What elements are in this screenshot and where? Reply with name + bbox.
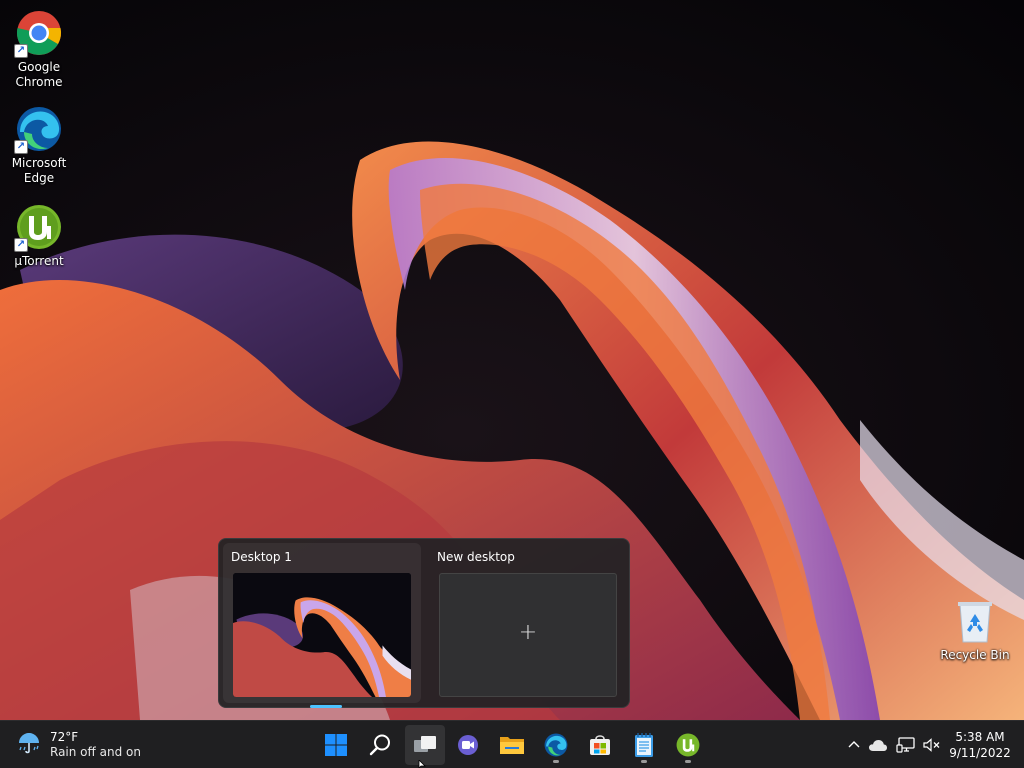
start-button[interactable] xyxy=(316,725,356,765)
weather-condition: Rain off and on xyxy=(50,745,141,759)
virtual-desktop-title: Desktop 1 xyxy=(231,550,292,564)
show-hidden-icons-button[interactable] xyxy=(842,733,866,757)
desktop-icon-label: Recycle Bin xyxy=(940,648,1010,662)
running-indicator xyxy=(553,760,559,763)
desktop-icon-utorrent[interactable]: ↗ µTorrent xyxy=(0,202,78,269)
mouse-cursor-icon xyxy=(418,760,426,768)
weather-temperature: 72°F xyxy=(50,730,79,744)
chevron-up-icon xyxy=(848,741,860,748)
utorrent-taskbar-button[interactable] xyxy=(668,725,708,765)
volume-button[interactable] xyxy=(920,733,944,757)
microsoft-store-button[interactable] xyxy=(580,725,620,765)
virtual-desktop-1[interactable]: Desktop 1 xyxy=(223,543,421,708)
utorrent-icon: ↗ xyxy=(14,202,64,252)
volume-muted-icon xyxy=(923,738,940,752)
notepad-button[interactable] xyxy=(624,725,664,765)
taskbar: 72°F Rain off and on 5:38 AM 9/11/2022 xyxy=(0,720,1024,768)
recycle-bin-icon xyxy=(950,596,1000,646)
current-desktop-indicator xyxy=(310,705,342,708)
clock-date: 9/11/2022 xyxy=(949,746,1011,760)
onedrive-button[interactable] xyxy=(866,733,890,757)
plus-icon: + xyxy=(518,620,538,645)
clock-time: 5:38 AM xyxy=(955,730,1005,744)
network-button[interactable] xyxy=(894,733,918,757)
running-indicator xyxy=(641,760,647,763)
notepad-icon xyxy=(635,733,653,757)
task-view-icon xyxy=(414,736,436,752)
desktop-icon-edge[interactable]: ↗ Microsoft Edge xyxy=(0,104,78,186)
chat-icon xyxy=(458,735,478,755)
desktop-icon-label: µTorrent xyxy=(14,254,64,268)
taskbar-clock[interactable]: 5:38 AM 9/11/2022 xyxy=(944,729,1016,761)
task-view-panel: Desktop 1 New desktop + xyxy=(218,538,630,708)
edge-taskbar-button[interactable] xyxy=(536,725,576,765)
weather-widget[interactable]: 72°F Rain off and on xyxy=(16,729,141,761)
new-desktop-tile: + xyxy=(439,573,617,697)
desktop-icon-recycle-bin[interactable]: Recycle Bin xyxy=(936,596,1014,663)
microsoft-store-icon xyxy=(590,735,610,755)
edge-icon xyxy=(544,733,568,757)
desktop-thumbnail xyxy=(233,573,411,697)
task-view-button[interactable] xyxy=(405,725,445,765)
desktop-icon-label: Microsoft Edge xyxy=(11,156,67,185)
file-explorer-icon xyxy=(500,737,524,754)
rain-umbrella-icon xyxy=(16,730,42,760)
new-desktop-button[interactable]: New desktop + xyxy=(429,543,627,703)
chrome-icon: ↗ xyxy=(14,8,64,58)
onedrive-cloud-icon xyxy=(869,740,887,751)
virtual-desktop-title: New desktop xyxy=(437,550,515,564)
search-icon xyxy=(369,734,390,756)
desktop-icon-label: Google Chrome xyxy=(15,60,63,89)
start-windows-icon xyxy=(325,734,347,756)
edge-icon: ↗ xyxy=(14,104,64,154)
chat-button[interactable] xyxy=(448,725,488,765)
network-icon xyxy=(896,737,915,753)
search-button[interactable] xyxy=(360,725,400,765)
running-indicator xyxy=(685,760,691,763)
file-explorer-button[interactable] xyxy=(492,725,532,765)
desktop-icon-chrome[interactable]: ↗ Google Chrome xyxy=(0,8,78,90)
utorrent-icon xyxy=(676,733,700,757)
